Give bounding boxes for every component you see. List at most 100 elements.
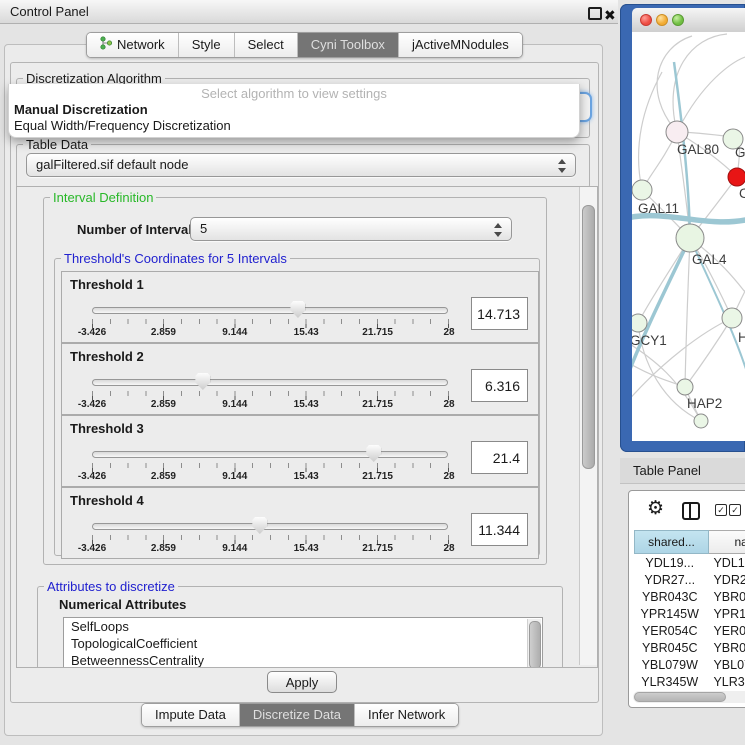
columns-icon[interactable] — [682, 502, 700, 520]
cell-shared-name[interactable]: YDL19... — [634, 555, 705, 572]
tab-discretize-data[interactable]: Discretize Data — [240, 704, 355, 726]
tab-cyni-toolbox[interactable]: Cyni Toolbox — [298, 33, 399, 57]
network-node-gcy1[interactable] — [632, 314, 647, 332]
cell-name[interactable]: YDL19... — [705, 555, 745, 572]
slider-track[interactable] — [92, 307, 448, 314]
network-node-gal80[interactable] — [666, 121, 688, 143]
tab-network[interactable]: Network — [87, 33, 179, 57]
table-row[interactable]: YBR043CYBR043C — [634, 589, 745, 606]
cyni-bottom-tab-bar: Impute Data Discretize Data Infer Networ… — [141, 703, 459, 727]
cell-name[interactable]: YLR345W — [705, 674, 745, 691]
column-header-name[interactable]: name — [709, 530, 745, 554]
settings-vertical-scrollbar[interactable] — [579, 187, 597, 665]
network-canvas[interactable]: GAL80GACGAL11GAL4GCY1HHAP2 — [632, 32, 745, 441]
column-header-shared-name[interactable]: shared... — [634, 530, 709, 554]
cell-name[interactable]: YBR043C — [705, 589, 745, 606]
attributes-list-scrollbar[interactable] — [527, 619, 541, 668]
table-row[interactable]: YBL079WYBL079W — [634, 657, 745, 674]
attribute-list-item[interactable]: SelfLoops — [64, 618, 542, 635]
network-node-label: GA — [735, 145, 745, 160]
scale-tick-label: 9.144 — [222, 327, 247, 338]
thresholds-group-label: Threshold's Coordinates for 5 Intervals — [61, 251, 290, 266]
table-row[interactable]: YBR045CYBR045C — [634, 640, 745, 657]
scrollbar-thumb[interactable] — [634, 692, 726, 702]
tab-impute-data[interactable]: Impute Data — [142, 704, 240, 726]
table-row[interactable]: YER054CYER054C — [634, 623, 745, 640]
slider-thumb[interactable] — [252, 517, 267, 534]
table-data-value: galFiltered.sif default node — [36, 157, 188, 172]
table-row[interactable]: YDL19...YDL19... — [634, 555, 745, 572]
zoom-traffic-light-icon[interactable] — [672, 14, 684, 26]
network-view-window[interactable]: GAL80GACGAL11GAL4GCY1HHAP2 — [620, 4, 745, 452]
network-node-gal11[interactable] — [632, 180, 652, 200]
cell-name[interactable]: YDR27... — [705, 572, 745, 589]
cell-name[interactable]: YER054C — [705, 623, 745, 640]
threshold-row: Threshold 1-3.4262.8599.14415.4321.71528… — [61, 271, 539, 343]
slider-track[interactable] — [92, 451, 448, 458]
cell-shared-name[interactable]: YBL079W — [634, 657, 705, 674]
slider-track[interactable] — [92, 523, 448, 530]
attribute-list-item[interactable]: TopologicalCoefficient — [64, 635, 542, 652]
table-row[interactable]: YLR345WYLR345W — [634, 674, 745, 691]
algorithm-option-equal-width[interactable]: Equal Width/Frequency Discretization — [14, 118, 231, 133]
checkbox-icon[interactable]: ✓ — [729, 504, 741, 516]
scale-tick-label: -3.426 — [78, 327, 106, 338]
spinner-updown-icon — [493, 222, 502, 238]
table-rows[interactable]: YDL19...YDL19...YDR27...YDR27...YBR043CY… — [634, 555, 745, 691]
cell-shared-name[interactable]: YER054C — [634, 623, 705, 640]
slider-track[interactable] — [92, 379, 448, 386]
tab-infer-network[interactable]: Infer Network — [355, 704, 458, 726]
cell-name[interactable]: YPR145W — [705, 606, 745, 623]
number-of-intervals-spinner[interactable]: 5 — [190, 217, 512, 241]
threshold-value-field[interactable]: 21.4 — [471, 441, 528, 474]
algorithm-prompt: Select algorithm to view settings — [9, 86, 579, 101]
minimize-traffic-light-icon[interactable] — [656, 14, 668, 26]
network-node-hap2[interactable] — [677, 379, 693, 395]
table-panel-toolbar: ⚙ ✓ ✓ — [629, 491, 745, 529]
cell-name[interactable]: YBL079W — [705, 657, 745, 674]
checkbox-icon[interactable]: ✓ — [715, 504, 727, 516]
threshold-label: Threshold 2 — [70, 349, 144, 364]
network-node[interactable] — [694, 414, 708, 428]
tab-jactivemnodules[interactable]: jActiveMNodules — [399, 33, 522, 57]
network-node-label: GAL4 — [692, 252, 727, 267]
network-node-gal4[interactable] — [676, 224, 704, 252]
threshold-value-field[interactable]: 14.713 — [471, 297, 528, 330]
tab-style[interactable]: Style — [179, 33, 235, 57]
table-horizontal-scrollbar[interactable] — [633, 691, 745, 703]
close-icon[interactable]: ✖ — [604, 3, 616, 27]
close-traffic-light-icon[interactable] — [640, 14, 652, 26]
scale-tick-label: 28 — [443, 399, 454, 410]
network-node-label: GAL11 — [638, 201, 679, 216]
float-window-icon[interactable] — [588, 7, 602, 20]
apply-button[interactable]: Apply — [267, 671, 337, 693]
attribute-list-item[interactable]: BetweennessCentrality — [64, 652, 542, 668]
threshold-value-field[interactable]: 11.344 — [471, 513, 528, 546]
cell-shared-name[interactable]: YBR045C — [634, 640, 705, 657]
table-panel-titlebar: Table Panel — [620, 458, 745, 484]
scale-tick-label: -3.426 — [78, 399, 106, 410]
scrollbar-thumb[interactable] — [582, 205, 595, 469]
algorithm-option-manual[interactable]: Manual Discretization — [14, 102, 148, 117]
table-data-combobox[interactable]: galFiltered.sif default node — [26, 153, 576, 177]
tab-select[interactable]: Select — [235, 33, 298, 57]
slider-thumb[interactable] — [366, 445, 381, 462]
network-node-h[interactable] — [722, 308, 742, 328]
cell-shared-name[interactable]: YDR27... — [634, 572, 705, 589]
numerical-attributes-list[interactable]: SelfLoopsTopologicalCoefficientBetweenne… — [63, 617, 543, 668]
cell-shared-name[interactable]: YBR043C — [634, 589, 705, 606]
threshold-label: Threshold 1 — [70, 277, 144, 292]
table-row[interactable]: YPR145WYPR145W — [634, 606, 745, 623]
slider-thumb[interactable] — [195, 373, 210, 390]
cell-shared-name[interactable]: YLR345W — [634, 674, 705, 691]
cell-name[interactable]: YBR045C — [705, 640, 745, 657]
gear-icon[interactable]: ⚙ — [647, 497, 664, 520]
slider-thumb[interactable] — [290, 301, 305, 318]
threshold-value-field[interactable]: 6.316 — [471, 369, 528, 402]
table-header-row: shared... name — [634, 530, 745, 554]
scale-tick-label: 9.144 — [222, 399, 247, 410]
network-node-c[interactable] — [728, 168, 745, 186]
table-panel-title: Table Panel — [633, 463, 701, 478]
cell-shared-name[interactable]: YPR145W — [634, 606, 705, 623]
table-row[interactable]: YDR27...YDR27... — [634, 572, 745, 589]
